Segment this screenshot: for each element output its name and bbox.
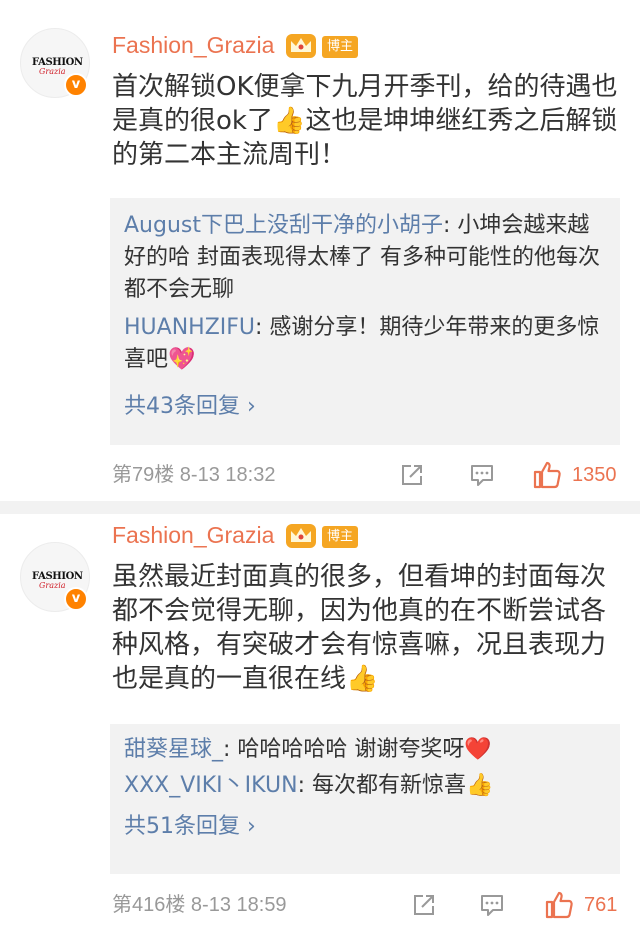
reply-item: XXX_VIKI丶IKUN: 每次都有新惊喜👍 bbox=[110, 766, 620, 802]
reply-item: HUANHZIFU: 感谢分享！期待少年带来的更多惊喜吧💖 bbox=[110, 306, 620, 376]
author-name[interactable]: Fashion_Grazia bbox=[112, 32, 274, 59]
author-tag: 博主 bbox=[322, 36, 358, 58]
reply-author[interactable]: 甜葵星球_ bbox=[124, 737, 223, 762]
author-tag: 博主 bbox=[322, 526, 358, 548]
comment-icon[interactable] bbox=[478, 891, 506, 919]
crown-icon bbox=[286, 34, 316, 58]
comment-card: FASHION Grazia v Fashion_Grazia 博主 虽然最近封… bbox=[0, 514, 640, 931]
reply-item: 甜葵星球_: 哈哈哈哈哈 谢谢夸奖呀❤️ bbox=[110, 724, 620, 766]
comment-text: 首次解锁OK便拿下九月开季刊，给的待遇也是真的很ok了👍这也是坤坤继红秀之后解锁… bbox=[112, 72, 618, 170]
separator bbox=[0, 501, 640, 514]
verified-icon: v bbox=[64, 587, 88, 611]
avatar-logo-sub: Grazia bbox=[39, 581, 66, 590]
share-icon[interactable] bbox=[398, 461, 426, 489]
verified-icon: v bbox=[64, 73, 88, 97]
reply-text: : 哈哈哈哈哈 谢谢夸奖呀❤️ bbox=[223, 737, 492, 762]
like-count: 761 bbox=[584, 894, 618, 916]
comment-icon[interactable] bbox=[468, 461, 496, 489]
comment-footer: 第416楼 8-13 18:59 761 bbox=[112, 890, 622, 920]
reply-text: : 每次都有新惊喜👍 bbox=[297, 773, 494, 798]
author-name[interactable]: Fashion_Grazia bbox=[112, 522, 274, 549]
floor-timestamp: 第79楼 8-13 18:32 bbox=[112, 464, 276, 486]
comment-card: FASHION Grazia v Fashion_Grazia 博主 首次解锁O… bbox=[0, 0, 640, 501]
reply-box[interactable]: 甜葵星球_: 哈哈哈哈哈 谢谢夸奖呀❤️ XXX_VIKI丶IKUN: 每次都有… bbox=[110, 724, 620, 874]
reply-author[interactable]: HUANHZIFU bbox=[124, 315, 255, 340]
more-replies-link[interactable]: 共43条回复 › bbox=[110, 376, 620, 420]
reply-box[interactable]: August下巴上没刮干净的小胡子: 小坤会越来越好的哈 封面表现得太棒了 有多… bbox=[110, 198, 620, 445]
comment-footer: 第79楼 8-13 18:32 1350 bbox=[112, 460, 622, 490]
crown-icon bbox=[286, 524, 316, 548]
like-count: 1350 bbox=[572, 464, 617, 486]
reply-author[interactable]: XXX_VIKI丶IKUN bbox=[124, 773, 298, 798]
reply-item: August下巴上没刮干净的小胡子: 小坤会越来越好的哈 封面表现得太棒了 有多… bbox=[110, 198, 620, 306]
floor-timestamp: 第416楼 8-13 18:59 bbox=[112, 894, 287, 916]
more-replies-link[interactable]: 共51条回复 › bbox=[110, 802, 620, 840]
like-icon[interactable] bbox=[532, 460, 562, 490]
reply-author[interactable]: August下巴上没刮干净的小胡子 bbox=[124, 213, 443, 238]
avatar-logo-sub: Grazia bbox=[39, 67, 66, 76]
like-icon[interactable] bbox=[544, 890, 574, 920]
share-icon[interactable] bbox=[410, 891, 438, 919]
comment-text: 虽然最近封面真的很多，但看坤的封面每次都不会觉得无聊，因为他真的在不断尝试各种风… bbox=[112, 562, 607, 694]
